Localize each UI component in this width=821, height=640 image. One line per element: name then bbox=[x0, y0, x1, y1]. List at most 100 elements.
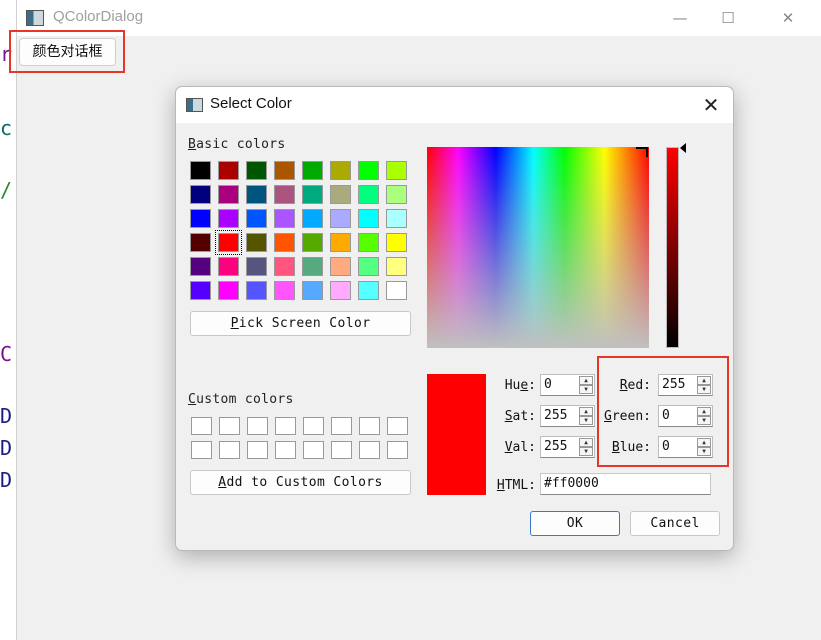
custom-color-cell[interactable] bbox=[303, 441, 324, 459]
down-arrow-icon[interactable]: ▼ bbox=[579, 447, 593, 456]
basic-color-swatch[interactable] bbox=[190, 233, 211, 252]
basic-color-swatch[interactable] bbox=[302, 233, 323, 252]
up-arrow-icon[interactable]: ▲ bbox=[579, 407, 593, 416]
custom-color-cell[interactable] bbox=[247, 441, 268, 459]
maximize-button[interactable]: ☐ bbox=[715, 6, 741, 30]
basic-color-swatch[interactable] bbox=[330, 185, 351, 204]
basic-color-swatch[interactable] bbox=[358, 209, 379, 228]
add-to-custom-colors-button[interactable]: Add to Custom Colors bbox=[190, 470, 411, 495]
basic-color-swatch[interactable] bbox=[218, 257, 239, 276]
custom-color-cell[interactable] bbox=[387, 417, 408, 435]
basic-color-swatch[interactable] bbox=[358, 185, 379, 204]
custom-color-cell[interactable] bbox=[219, 417, 240, 435]
close-button[interactable]: ✕ bbox=[775, 6, 801, 30]
custom-color-cell[interactable] bbox=[359, 441, 380, 459]
custom-color-cell[interactable] bbox=[191, 417, 212, 435]
basic-color-swatch[interactable] bbox=[302, 185, 323, 204]
basic-color-swatch[interactable] bbox=[246, 209, 267, 228]
basic-color-swatch[interactable] bbox=[190, 257, 211, 276]
down-arrow-icon[interactable]: ▼ bbox=[579, 385, 593, 394]
custom-color-cell[interactable] bbox=[275, 417, 296, 435]
luminance-slider[interactable] bbox=[666, 147, 679, 348]
dialog-title: Select Color bbox=[210, 95, 292, 112]
basic-color-swatch[interactable] bbox=[302, 257, 323, 276]
custom-color-cell[interactable] bbox=[219, 441, 240, 459]
custom-color-cell[interactable] bbox=[247, 417, 268, 435]
basic-color-swatch[interactable] bbox=[246, 233, 267, 252]
custom-color-cell[interactable] bbox=[331, 417, 352, 435]
val-label: Val: bbox=[504, 440, 536, 455]
pick-screen-color-button[interactable]: Pick Screen Color bbox=[190, 311, 411, 336]
basic-color-swatch[interactable] bbox=[274, 257, 295, 276]
sat-spinbox[interactable]: 255 ▲ ▼ bbox=[540, 405, 595, 427]
basic-color-swatch[interactable] bbox=[302, 281, 323, 300]
basic-color-swatch[interactable] bbox=[330, 161, 351, 180]
up-arrow-icon[interactable]: ▲ bbox=[579, 438, 593, 447]
basic-color-swatch[interactable] bbox=[386, 233, 407, 252]
basic-color-swatch[interactable] bbox=[190, 185, 211, 204]
luminance-arrow-icon[interactable] bbox=[680, 143, 686, 153]
basic-color-swatch[interactable] bbox=[218, 185, 239, 204]
up-arrow-icon[interactable]: ▲ bbox=[579, 376, 593, 385]
basic-color-swatch[interactable] bbox=[218, 161, 239, 180]
dialog-close-icon[interactable]: ✕ bbox=[699, 93, 723, 117]
basic-color-swatch[interactable] bbox=[246, 281, 267, 300]
basic-color-swatch[interactable] bbox=[358, 257, 379, 276]
down-arrow-icon[interactable]: ▼ bbox=[579, 416, 593, 425]
background-code-fragment: / bbox=[0, 178, 13, 202]
basic-color-swatch[interactable] bbox=[190, 209, 211, 228]
basic-color-swatch[interactable] bbox=[330, 233, 351, 252]
basic-color-swatch[interactable] bbox=[215, 230, 242, 255]
basic-color-swatch[interactable] bbox=[246, 257, 267, 276]
basic-color-swatch[interactable] bbox=[386, 185, 407, 204]
html-hex-input[interactable]: #ff0000 bbox=[540, 473, 711, 495]
custom-color-cell[interactable] bbox=[387, 441, 408, 459]
current-color-preview bbox=[427, 374, 486, 495]
background-code-fragment: D bbox=[0, 436, 13, 460]
basic-color-swatch[interactable] bbox=[358, 161, 379, 180]
basic-color-swatch[interactable] bbox=[190, 281, 211, 300]
custom-color-cell[interactable] bbox=[331, 441, 352, 459]
basic-color-swatch[interactable] bbox=[358, 233, 379, 252]
app-icon bbox=[26, 10, 44, 26]
custom-color-cell[interactable] bbox=[359, 417, 380, 435]
custom-color-cell[interactable] bbox=[275, 441, 296, 459]
basic-color-swatch[interactable] bbox=[274, 209, 295, 228]
basic-color-swatch[interactable] bbox=[330, 281, 351, 300]
basic-color-swatch[interactable] bbox=[218, 209, 239, 228]
basic-color-swatch[interactable] bbox=[386, 281, 407, 300]
basic-color-swatch[interactable] bbox=[330, 209, 351, 228]
dialog-app-icon bbox=[186, 98, 203, 112]
basic-color-swatch[interactable] bbox=[330, 257, 351, 276]
val-spinbox[interactable]: 255 ▲ ▼ bbox=[540, 436, 595, 458]
minimize-button[interactable]: — bbox=[667, 6, 693, 30]
basic-color-swatch[interactable] bbox=[358, 281, 379, 300]
hue-spinbox[interactable]: 0 ▲ ▼ bbox=[540, 374, 595, 396]
basic-color-swatch[interactable] bbox=[386, 161, 407, 180]
basic-color-swatch[interactable] bbox=[274, 185, 295, 204]
basic-color-swatch[interactable] bbox=[386, 257, 407, 276]
basic-color-swatch[interactable] bbox=[274, 281, 295, 300]
basic-color-swatch[interactable] bbox=[246, 185, 267, 204]
select-color-dialog: Select Color ✕ Basic colors Pick Screen … bbox=[175, 86, 734, 551]
cancel-button[interactable]: Cancel bbox=[630, 511, 720, 536]
hue-saturation-spectrum[interactable] bbox=[427, 147, 649, 348]
basic-color-swatch[interactable] bbox=[302, 161, 323, 180]
basic-color-swatch[interactable] bbox=[274, 161, 295, 180]
basic-color-swatch[interactable] bbox=[190, 161, 211, 180]
spectrum-crosshair[interactable] bbox=[636, 147, 648, 157]
html-label: HTML: bbox=[496, 478, 536, 493]
sat-label: Sat: bbox=[504, 409, 536, 424]
basic-color-swatch[interactable] bbox=[274, 233, 295, 252]
basic-color-swatch[interactable] bbox=[386, 209, 407, 228]
main-window-title: QColorDialog bbox=[53, 8, 144, 25]
custom-color-cell[interactable] bbox=[191, 441, 212, 459]
basic-color-swatch[interactable] bbox=[302, 209, 323, 228]
background-code-fragment: D bbox=[0, 468, 13, 492]
ok-button[interactable]: OK bbox=[530, 511, 620, 536]
basic-color-swatch[interactable] bbox=[246, 161, 267, 180]
custom-color-cell[interactable] bbox=[303, 417, 324, 435]
basic-color-swatch[interactable] bbox=[218, 281, 239, 300]
highlight-open-button bbox=[9, 30, 125, 73]
background-code-fragment: c bbox=[0, 116, 13, 140]
